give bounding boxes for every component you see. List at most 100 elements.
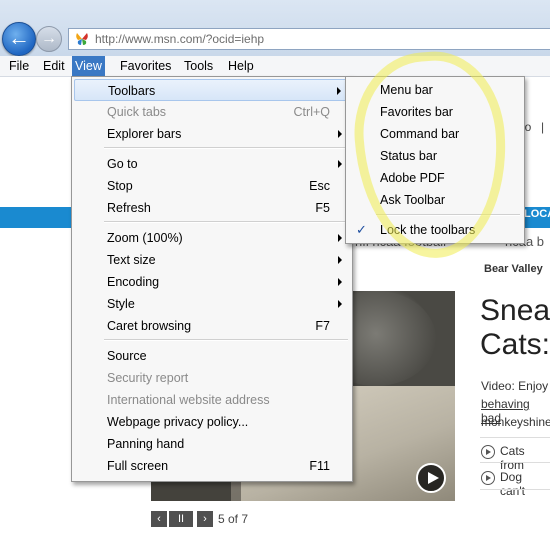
toolbars-submenu-item[interactable]: ✓ Lock the toolbars — [348, 219, 522, 241]
view-menu-item-label: Caret browsing — [107, 319, 192, 333]
menu-favorites[interactable]: Favorites — [117, 56, 174, 76]
toolbars-submenu-item[interactable]: Favorites bar — [348, 101, 522, 123]
view-menu-item-shortcut: F11 — [309, 459, 330, 473]
toolbars-submenu-item-label: Adobe PDF — [380, 171, 445, 185]
local-tab[interactable]: LOCA — [524, 208, 550, 220]
view-menu-item[interactable]: Caret browsing F7 — [74, 315, 350, 337]
view-menu-item[interactable]: Full screen F11 — [74, 455, 350, 477]
submenu-arrow-icon — [337, 87, 341, 95]
view-menu-item-label: Refresh — [107, 201, 151, 215]
view-menu-item: Quick tabs Ctrl+Q — [74, 101, 350, 123]
menu-separator — [376, 214, 520, 216]
view-menu-item-label: Full screen — [107, 459, 169, 473]
view-menu-item-label: Toolbars — [108, 84, 156, 98]
view-menu-item-label: Webpage privacy policy... — [107, 415, 249, 429]
related-link[interactable]: Cats from — [500, 444, 550, 472]
menu-separator — [104, 147, 348, 149]
submenu-arrow-icon — [338, 278, 342, 286]
menu-separator — [104, 339, 348, 341]
view-menu-item-label: Explorer bars — [107, 127, 182, 141]
submenu-arrow-icon — [338, 160, 342, 168]
view-menu-item-label: Source — [107, 349, 147, 363]
related-link[interactable]: Dog can't — [500, 470, 550, 498]
view-menu-item[interactable]: Webpage privacy policy... — [74, 411, 350, 433]
view-menu-item-label: Quick tabs — [107, 105, 167, 119]
divider — [480, 462, 550, 463]
menu-view[interactable]: View — [72, 56, 105, 76]
address-bar[interactable]: http://www.msn.com/?ocid=iehp — [68, 28, 550, 50]
headline-line-1[interactable]: Snea — [480, 294, 550, 328]
forward-button[interactable]: → — [36, 26, 62, 52]
view-menu-item[interactable]: Toolbars — [74, 79, 350, 101]
toolbars-submenu-item[interactable]: Command bar — [348, 123, 522, 145]
url-text: http://www.msn.com/?ocid=iehp — [95, 32, 265, 46]
gallery-position: 5 of 7 — [218, 512, 249, 526]
story-summary: Video: Enjoy — [481, 379, 549, 393]
menu-tools[interactable]: Tools — [181, 56, 216, 76]
menu-help[interactable]: Help — [225, 56, 257, 76]
back-button[interactable]: ← — [2, 22, 36, 56]
view-menu-item: Security report — [74, 367, 350, 389]
toolbars-submenu-item-label: Lock the toolbars — [380, 223, 476, 237]
nav-separator: | — [541, 120, 545, 134]
toolbars-submenu-item-label: Menu bar — [380, 83, 433, 97]
toolbars-submenu-item[interactable]: Adobe PDF — [348, 167, 522, 189]
toolbars-submenu-item[interactable]: Menu bar — [348, 79, 522, 101]
submenu-arrow-icon — [338, 234, 342, 242]
toolbars-submenu-item-label: Favorites bar — [380, 105, 453, 119]
submenu-arrow-icon — [338, 256, 342, 264]
play-circle-icon — [481, 471, 495, 485]
view-menu-item[interactable]: Go to — [74, 153, 350, 175]
submenu-arrow-icon — [338, 300, 342, 308]
menu-separator — [104, 221, 348, 223]
view-menu-item-label: Security report — [107, 371, 189, 385]
browser-titlebar: ← → http://www.msn.com/?ocid=iehp — [0, 0, 550, 57]
view-menu-item-label: Stop — [107, 179, 133, 193]
view-menu-item[interactable]: Panning hand — [74, 433, 350, 455]
menu-file[interactable]: File — [6, 56, 32, 76]
view-menu-item[interactable]: Style — [74, 293, 350, 315]
toolbars-submenu-item[interactable]: Ask Toolbar — [348, 189, 522, 211]
view-menu-item[interactable]: Explorer bars — [74, 123, 350, 145]
location-label: Bear Valley — [484, 263, 543, 275]
back-arrow-icon: ← — [8, 25, 30, 50]
play-circle-icon — [481, 445, 495, 459]
view-menu-item-label: Zoom (100%) — [107, 231, 183, 245]
view-menu-item-shortcut: Esc — [309, 179, 330, 193]
view-dropdown-menu: Toolbars Quick tabs Ctrl+Q Explorer bars Go … — [71, 76, 353, 482]
view-menu-item-label: Panning hand — [107, 437, 185, 451]
view-menu-item-shortcut: Ctrl+Q — [293, 105, 330, 119]
view-menu-item: International website address — [74, 389, 350, 411]
divider — [480, 489, 550, 490]
view-menu-item[interactable]: Encoding — [74, 271, 350, 293]
view-menu-item-shortcut: F5 — [315, 201, 330, 215]
gallery-prev-button[interactable]: ‹ — [151, 511, 167, 527]
view-menu-item[interactable]: Source — [74, 345, 350, 367]
submenu-arrow-icon — [338, 130, 342, 138]
story-summary-cont: monkeyshine — [481, 415, 550, 429]
view-menu-item[interactable]: Zoom (100%) — [74, 227, 350, 249]
video-play-icon[interactable] — [416, 463, 446, 493]
divider — [480, 437, 550, 438]
menu-edit[interactable]: Edit — [40, 56, 68, 76]
view-menu-item[interactable]: Stop Esc — [74, 175, 350, 197]
checkmark-icon: ✓ — [356, 222, 367, 237]
view-menu-item-label: Text size — [107, 253, 156, 267]
view-menu-item-label: Go to — [107, 157, 138, 171]
view-menu-item-label: International website address — [107, 393, 270, 407]
gallery-next-button[interactable]: › — [197, 511, 213, 527]
msn-butterfly-icon — [76, 33, 88, 45]
toolbars-submenu-item-label: Ask Toolbar — [380, 193, 446, 207]
toolbars-submenu-item-label: Command bar — [380, 127, 460, 141]
forward-arrow-icon: → — [41, 30, 57, 47]
gallery-pause-button[interactable]: II — [169, 511, 193, 527]
toolbars-submenu: Menu bar Favorites bar Command bar Status b… — [345, 76, 525, 244]
view-menu-item[interactable]: Text size — [74, 249, 350, 271]
toolbars-submenu-item-label: Status bar — [380, 149, 437, 163]
toolbars-submenu-item[interactable]: Status bar — [348, 145, 522, 167]
view-menu-item-shortcut: F7 — [315, 319, 330, 333]
view-menu-item-label: Style — [107, 297, 135, 311]
menu-bar: File Edit View Favorites Tools Help — [0, 56, 550, 77]
view-menu-item[interactable]: Refresh F5 — [74, 197, 350, 219]
headline-line-2[interactable]: Cats: — [480, 328, 550, 362]
